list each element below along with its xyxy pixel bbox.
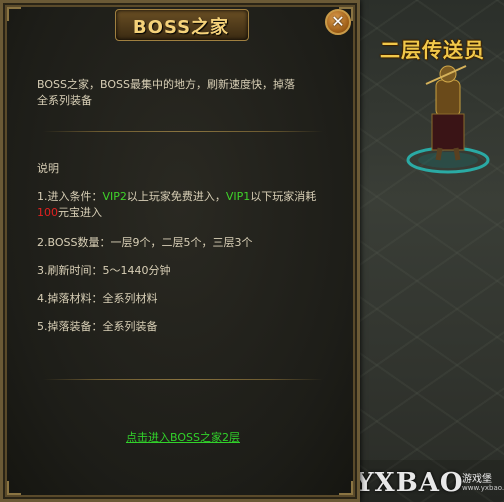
vip2-badge: VIP2: [102, 190, 127, 203]
corner-ornament: [7, 481, 21, 495]
watermark-url: www.yxbao.com: [462, 484, 504, 492]
corner-ornament: [339, 481, 353, 495]
section-heading: 说明: [37, 162, 59, 175]
entry-prefix: 1.进入条件：: [37, 190, 103, 203]
entry-part2: 以下玩家消耗: [250, 190, 317, 203]
boss-home-dialog: BOSS之家 ✕ BOSS之家，BOSS最集中的地方，刷新速度快，掉落全系列装备…: [0, 0, 360, 502]
rule-item-refresh-time: 3.刷新时间：5～1440分钟: [37, 264, 171, 277]
rule-item-drop-material: 4.掉落材料：全系列材料: [37, 292, 158, 305]
npc-teleporter-figure[interactable]: [396, 60, 496, 180]
rule-item-drop-equipment: 5.掉落装备：全系列装备: [37, 320, 158, 333]
intro-text: BOSS之家，BOSS最集中的地方，刷新速度快，掉落全系列装备: [37, 78, 295, 107]
rule-item-boss-count: 2.BOSS数量：一层9个，二层5个，三层3个: [37, 236, 253, 249]
entry-part3: 元宝进入: [58, 206, 102, 219]
rule-item-entry: 1.进入条件：VIP2以上玩家免费进入，VIP1以下玩家消耗 100元宝进入: [37, 189, 317, 221]
close-button[interactable]: ✕: [325, 9, 351, 35]
dialog-title: BOSS之家: [132, 17, 230, 38]
vip1-badge: VIP1: [225, 190, 251, 203]
divider: [43, 131, 323, 132]
entry-part1: 以上玩家免费进入，: [126, 190, 226, 203]
divider: [43, 379, 323, 380]
enter-boss-home-link[interactable]: 点击进入BOSS之家2层: [3, 429, 363, 445]
corner-ornament: [7, 7, 21, 21]
watermark-brand: YXBAO: [355, 468, 464, 498]
npc-name-label: 二层传送员: [380, 38, 485, 62]
watermark-sub: 游戏堡: [462, 474, 492, 485]
cost-value: 100: [37, 206, 58, 219]
